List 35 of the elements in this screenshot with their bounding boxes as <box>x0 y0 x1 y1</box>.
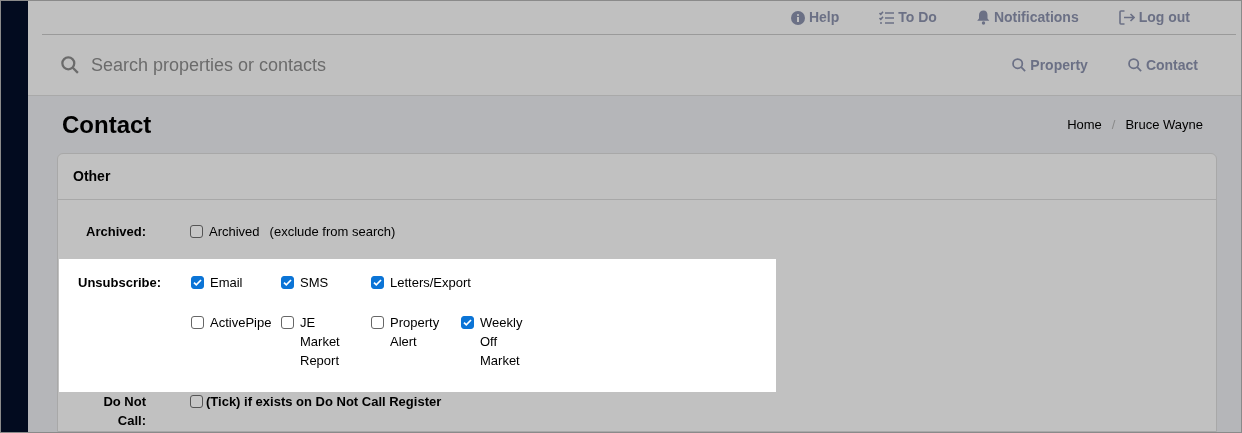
checkbox[interactable] <box>281 316 294 329</box>
checkbox[interactable] <box>461 316 474 329</box>
search-icon <box>61 56 79 74</box>
checklist-icon <box>879 11 895 24</box>
checkbox-label[interactable]: Archived <box>209 221 260 242</box>
checkbox-label[interactable]: Letters/Export <box>390 273 471 292</box>
bell-icon <box>976 10 990 25</box>
checkbox[interactable] <box>190 225 203 238</box>
checkbox-label[interactable]: Property Alert <box>390 313 440 351</box>
breadcrumb-separator: / <box>1111 115 1116 134</box>
checkbox-label[interactable]: Weekly Off Market <box>480 313 523 370</box>
page-title: Contact <box>62 109 152 140</box>
logout-icon <box>1118 10 1135 25</box>
field-label: Archived: <box>85 223 146 241</box>
breadcrumb-current: Bruce Wayne <box>1125 115 1203 134</box>
card-title: Other <box>73 167 111 186</box>
checkbox-label[interactable]: JE Market Report <box>300 313 340 370</box>
search-icon <box>1127 58 1142 72</box>
checkbox[interactable] <box>191 276 204 289</box>
checkbox[interactable] <box>371 276 384 289</box>
checkbox[interactable] <box>281 276 294 289</box>
checkbox-label[interactable]: Email <box>210 273 243 292</box>
breadcrumb-link[interactable]: Home <box>1067 114 1102 135</box>
checkbox-label[interactable]: ActivePipe <box>210 313 272 332</box>
search-icon <box>1012 58 1027 72</box>
checkbox[interactable] <box>190 395 203 408</box>
hint-text: (exclude from search) <box>269 222 396 241</box>
info-icon <box>790 10 805 25</box>
checkbox[interactable] <box>191 316 204 329</box>
search-field[interactable]: Search properties or contacts <box>91 51 591 79</box>
field-label: Do Not Call: <box>102 393 146 430</box>
checkbox-label[interactable]: SMS <box>300 273 329 292</box>
field-label: Unsubscribe: <box>77 274 163 292</box>
checkbox[interactable] <box>371 316 384 329</box>
checkbox-label[interactable]: (Tick) if exists on Do Not Call Register <box>206 392 442 411</box>
